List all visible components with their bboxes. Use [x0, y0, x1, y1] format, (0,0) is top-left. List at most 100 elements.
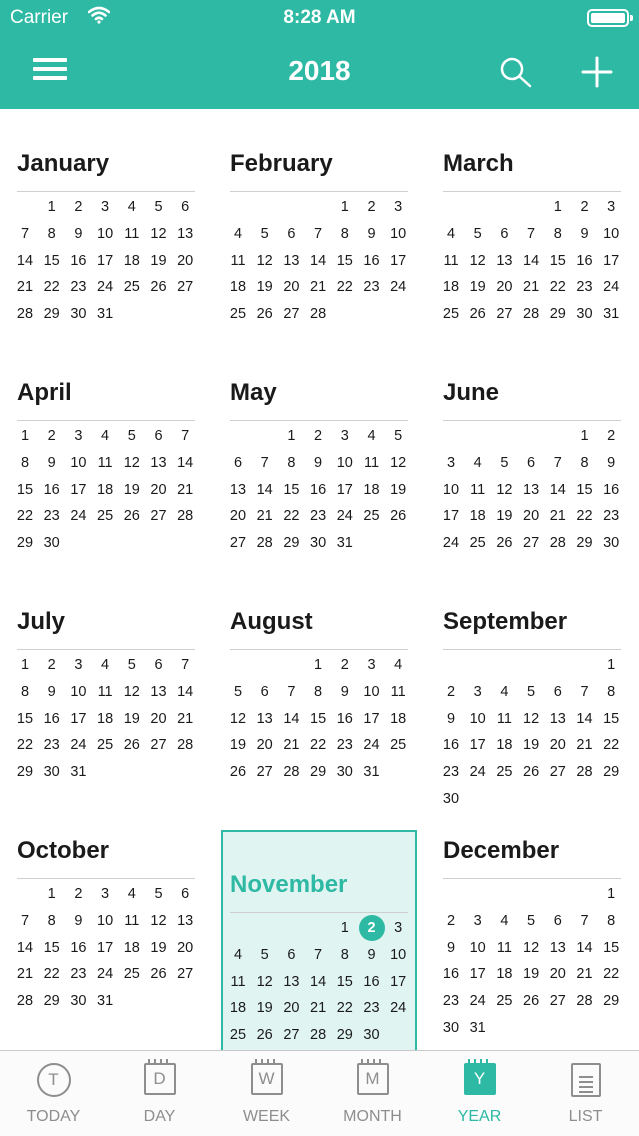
day-cell[interactable]: 24 [385, 274, 411, 300]
day-cell[interactable]: 5 [465, 221, 491, 247]
day-cell[interactable]: 20 [278, 274, 304, 300]
day-cell[interactable]: 29 [332, 1022, 358, 1048]
day-cell[interactable]: 2 [305, 423, 331, 449]
day-cell[interactable]: 28 [172, 503, 198, 529]
day-cell[interactable]: 17 [92, 248, 118, 274]
day-cell[interactable]: 25 [385, 732, 411, 758]
day-cell[interactable]: 14 [172, 679, 198, 705]
day-cell[interactable]: 22 [39, 961, 65, 987]
day-cell[interactable]: 27 [545, 988, 571, 1014]
day-cell[interactable]: 10 [92, 221, 118, 247]
day-cell[interactable]: 4 [359, 423, 385, 449]
day-cell[interactable]: 18 [92, 706, 118, 732]
day-cell[interactable]: 7 [252, 450, 278, 476]
day-cell[interactable]: 25 [491, 988, 517, 1014]
day-cell[interactable]: 29 [572, 530, 598, 556]
day-cell[interactable]: 12 [518, 706, 544, 732]
day-cell[interactable]: 23 [65, 961, 91, 987]
day-cell[interactable]: 11 [465, 477, 491, 503]
day-cell[interactable]: 2 [438, 679, 464, 705]
day-cell[interactable]: 20 [225, 503, 251, 529]
day-cell[interactable]: 10 [332, 450, 358, 476]
day-cell[interactable]: 23 [438, 759, 464, 785]
day-cell[interactable]: 23 [65, 274, 91, 300]
day-cell[interactable]: 7 [172, 423, 198, 449]
day-cell[interactable]: 30 [359, 1022, 385, 1048]
day-cell[interactable]: 15 [12, 477, 38, 503]
day-cell[interactable]: 8 [332, 942, 358, 968]
day-cell[interactable]: 5 [225, 679, 251, 705]
day-cell[interactable]: 18 [465, 503, 491, 529]
day-cell[interactable]: 4 [465, 450, 491, 476]
day-cell[interactable]: 21 [172, 706, 198, 732]
day-cell[interactable]: 12 [491, 477, 517, 503]
day-cell[interactable]: 31 [598, 301, 624, 327]
day-cell[interactable]: 18 [491, 961, 517, 987]
day-cell[interactable]: 21 [252, 503, 278, 529]
day-cell[interactable]: 12 [518, 935, 544, 961]
day-cell[interactable]: 22 [545, 274, 571, 300]
day-cell[interactable]: 21 [12, 274, 38, 300]
day-cell[interactable]: 31 [359, 759, 385, 785]
day-cell[interactable]: 9 [39, 679, 65, 705]
day-cell[interactable]: 3 [598, 194, 624, 220]
day-cell[interactable]: 30 [438, 1015, 464, 1041]
day-cell[interactable]: 30 [39, 759, 65, 785]
day-cell[interactable]: 22 [305, 732, 331, 758]
day-cell[interactable]: 22 [12, 732, 38, 758]
day-cell[interactable]: 23 [572, 274, 598, 300]
day-cell[interactable]: 23 [39, 503, 65, 529]
day-cell[interactable]: 6 [146, 652, 172, 678]
day-cell[interactable]: 7 [518, 221, 544, 247]
day-cell[interactable]: 27 [252, 759, 278, 785]
month-february[interactable]: February 1 2 3 4 5 6 7 8 9 10 11 12 13 14 15 16 17 18 19 20 2… [230, 109, 426, 334]
day-cell[interactable]: 22 [598, 732, 624, 758]
day-cell[interactable]: 2 [359, 194, 385, 220]
day-cell[interactable]: 16 [598, 477, 624, 503]
day-cell[interactable]: 11 [359, 450, 385, 476]
day-cell[interactable]: 13 [172, 908, 198, 934]
day-cell[interactable]: 8 [278, 450, 304, 476]
day-cell[interactable]: 17 [465, 732, 491, 758]
day-cell[interactable]: 17 [385, 248, 411, 274]
month-november[interactable]: November 1 2 3 4 5 6 7 8 9 10 11 12 13 14 15 16 17 18 19 20 2… [221, 830, 417, 1050]
day-cell[interactable]: 18 [119, 248, 145, 274]
day-cell[interactable]: 28 [572, 988, 598, 1014]
day-cell[interactable]: 22 [39, 274, 65, 300]
day-cell[interactable]: 7 [545, 450, 571, 476]
day-cell[interactable]: 7 [305, 942, 331, 968]
day-cell[interactable]: 19 [518, 732, 544, 758]
day-cell[interactable]: 3 [92, 881, 118, 907]
day-cell[interactable]: 14 [172, 450, 198, 476]
day-cell[interactable]: 13 [146, 679, 172, 705]
day-cell[interactable]: 20 [172, 248, 198, 274]
day-cell[interactable]: 31 [92, 301, 118, 327]
day-cell[interactable]: 10 [385, 942, 411, 968]
day-cell[interactable]: 1 [545, 194, 571, 220]
day-cell[interactable]: 4 [119, 194, 145, 220]
day-cell[interactable]: 11 [491, 706, 517, 732]
day-cell[interactable]: 31 [92, 988, 118, 1014]
day-cell[interactable]: 2 [332, 652, 358, 678]
day-cell[interactable]: 3 [332, 423, 358, 449]
day-cell[interactable]: 18 [359, 477, 385, 503]
day-cell[interactable]: 20 [252, 732, 278, 758]
day-cell[interactable]: 23 [359, 995, 385, 1021]
day-cell[interactable]: 30 [332, 759, 358, 785]
day-cell[interactable]: 19 [465, 274, 491, 300]
month-july[interactable]: July 1 2 3 4 5 6 7 8 9 10 11 12 13 14 15 16 17 18 19 20 21 22 2… [17, 567, 213, 792]
day-cell[interactable]: 10 [65, 679, 91, 705]
day-cell[interactable]: 9 [438, 935, 464, 961]
day-cell[interactable]: 10 [598, 221, 624, 247]
day-cell[interactable]: 20 [545, 961, 571, 987]
day-cell[interactable]: 10 [385, 221, 411, 247]
day-cell[interactable]: 14 [305, 969, 331, 995]
day-cell[interactable]: 11 [491, 935, 517, 961]
day-cell[interactable]: 13 [545, 935, 571, 961]
day-cell[interactable]: 9 [39, 450, 65, 476]
day-cell[interactable]: 10 [359, 679, 385, 705]
day-cell[interactable]: 26 [225, 759, 251, 785]
day-cell[interactable]: 21 [278, 732, 304, 758]
day-cell[interactable]: 25 [359, 503, 385, 529]
day-cell[interactable]: 12 [465, 248, 491, 274]
